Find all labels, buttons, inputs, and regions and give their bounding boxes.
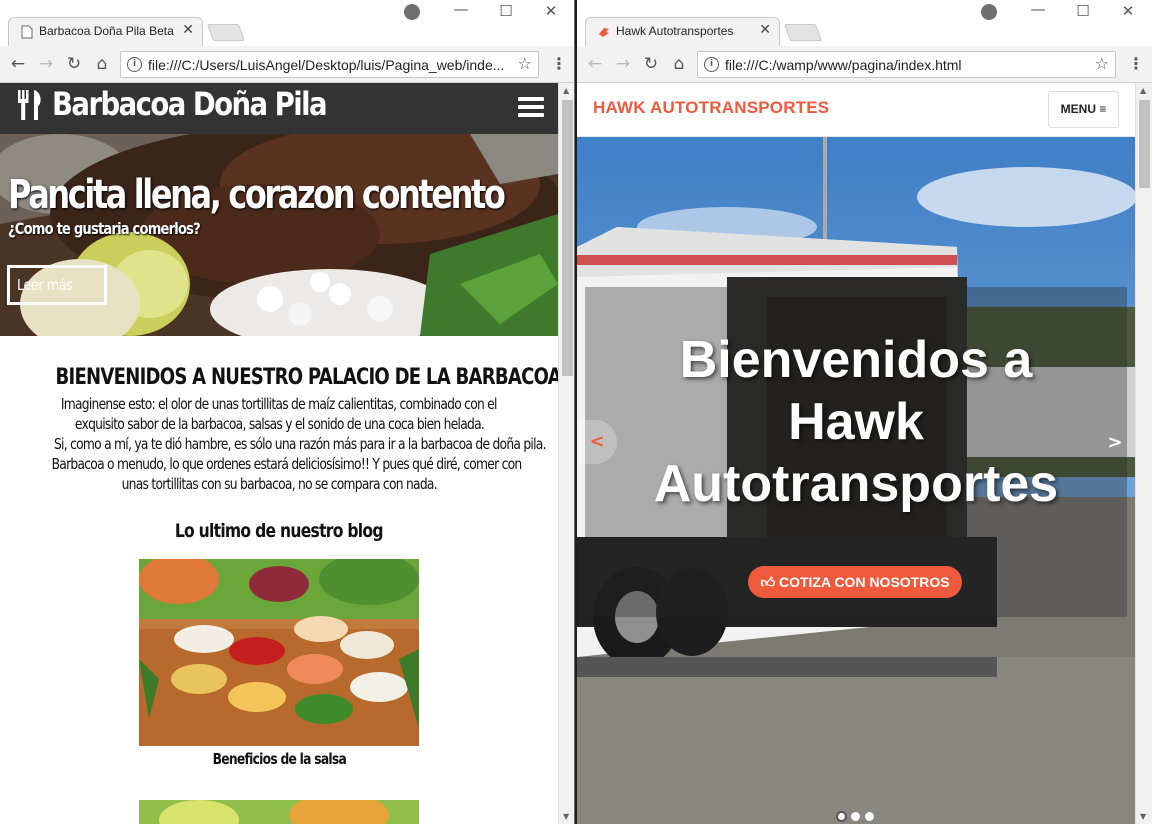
info-icon[interactable]: i [127, 57, 142, 72]
scroll-thumb[interactable] [1139, 100, 1150, 188]
forward-arrow-icon[interactable]: → [612, 53, 634, 75]
intro-line-3: Si, como a mí, ya te dió hambre, es sólo… [53, 435, 547, 453]
close-tab-icon[interactable]: ✕ [759, 22, 771, 38]
carousel-dot-3[interactable] [864, 811, 875, 822]
address-bar[interactable]: i file:///C:/Users/LuisAngel/Desktop/lui… [120, 51, 539, 78]
site-navbar: Barbacoa Doña Pila [0, 83, 558, 134]
maximize-icon[interactable]: ☐ [494, 2, 518, 24]
tab-title: Hawk Autotransportes [616, 24, 734, 38]
back-arrow-icon[interactable]: ← [7, 53, 29, 75]
site-logo[interactable]: Barbacoa Doña Pila [52, 85, 328, 123]
blog-heading: Lo ultimo de nuestro blog [175, 520, 384, 542]
home-icon[interactable]: ⌂ [91, 53, 113, 75]
new-tab-button[interactable] [206, 24, 246, 41]
hero-title: Pancita llena, corazon contento [8, 172, 506, 218]
reload-icon[interactable]: ↻ [63, 53, 85, 75]
home-icon[interactable]: ⌂ [668, 53, 690, 75]
profile-icon[interactable] [404, 4, 420, 20]
info-icon[interactable]: i [704, 57, 719, 72]
read-more-button[interactable]: Leer más [7, 265, 107, 305]
browser-window-left: Barbacoa Doña Pila Beta ✕ — ☐ ✕ ← → ↻ ⌂ … [0, 0, 575, 824]
url-text: file:///C:/wamp/www/pagina/index.html [725, 57, 962, 73]
title-bar: Barbacoa Doña Pila Beta ✕ — ☐ ✕ [0, 0, 574, 46]
hero-banner: Pancita llena, corazon contento ¿Como te… [0, 134, 558, 336]
scroll-thumb[interactable] [562, 100, 573, 376]
welcome-heading: BIENVENIDOS A NUESTRO PALACIO DE LA BARB… [55, 365, 558, 390]
tab-title: Barbacoa Doña Pila Beta [39, 24, 174, 38]
page-viewport: Barbacoa Doña Pila Pancita llena, corazo… [0, 83, 558, 824]
food-photo-2 [139, 800, 419, 824]
browser-toolbar: ← → ↻ ⌂ i file:///C:/Users/LuisAngel/Des… [0, 46, 574, 83]
hawk-favicon-icon [599, 28, 609, 37]
scroll-down-icon[interactable]: ▼ [563, 812, 569, 821]
blog-post-title[interactable]: Beneficios de la salsa [0, 750, 558, 768]
close-tab-icon[interactable]: ✕ [182, 22, 194, 38]
close-window-icon[interactable]: ✕ [539, 2, 563, 24]
close-window-icon[interactable]: ✕ [1116, 2, 1140, 24]
title-bar: Hawk Autotransportes ✕ — ☐ ✕ [577, 0, 1152, 46]
browser-tab[interactable]: Hawk Autotransportes ✕ [585, 17, 780, 46]
address-bar[interactable]: i file:///C:/wamp/www/pagina/index.html … [697, 51, 1116, 78]
scroll-down-icon[interactable]: ▼ [1140, 812, 1146, 821]
page-viewport: HAWK AUTOTRANSPORTES MENU ≡ Bienvenidos … [577, 83, 1135, 824]
maximize-icon[interactable]: ☐ [1071, 2, 1095, 24]
bookmark-star-icon[interactable]: ☆ [1095, 54, 1109, 73]
hero-subtitle: ¿Como te gustaria comerlos? [8, 219, 201, 238]
minimize-icon[interactable]: — [1026, 0, 1050, 22]
hero-carousel: Bienvenidos a Hawk Autotransportes 👍︎ CO… [577, 137, 1135, 824]
fork-knife-icon [18, 90, 41, 120]
reload-icon[interactable]: ↻ [640, 53, 662, 75]
carousel-next-button[interactable]: > [1103, 429, 1127, 457]
salsa-photo [139, 559, 419, 746]
menu-kebab-icon[interactable]: ⋮ [551, 54, 567, 73]
quote-button[interactable]: 👍︎ COTIZA CON NOSOTROS [748, 566, 962, 598]
browser-window-right: Hawk Autotransportes ✕ — ☐ ✕ ← → ↻ ⌂ i f… [577, 0, 1152, 824]
hero-title: Bienvenidos a Hawk Autotransportes [653, 331, 1059, 513]
site-navbar: HAWK AUTOTRANSPORTES MENU ≡ [577, 83, 1135, 137]
new-tab-button[interactable] [783, 24, 823, 41]
scrollbar[interactable]: ▲ ▼ [558, 83, 574, 824]
browser-tab[interactable]: Barbacoa Doña Pila Beta ✕ [8, 17, 203, 46]
intro-line-1: Imaginense esto: el olor de unas tortill… [61, 395, 498, 413]
url-text: file:///C:/Users/LuisAngel/Desktop/luis/… [148, 57, 505, 73]
document-icon [21, 25, 33, 39]
menu-button[interactable]: MENU ≡ [1048, 91, 1119, 128]
forward-arrow-icon[interactable]: → [35, 53, 57, 75]
blog-post-image-2[interactable] [139, 800, 419, 824]
carousel-indicators [836, 807, 878, 824]
minimize-icon[interactable]: — [449, 0, 473, 22]
scrollbar[interactable]: ▲ ▼ [1135, 83, 1152, 824]
scroll-up-icon[interactable]: ▲ [563, 86, 569, 95]
thumbs-up-icon: 👍︎ [760, 573, 779, 590]
intro-line-5: unas tortillitas con su barbacoa, no se … [121, 475, 437, 493]
intro-line-4: Barbacoa o menudo, lo que ordenes estará… [51, 455, 523, 473]
back-arrow-icon[interactable]: ← [584, 53, 606, 75]
bookmark-star-icon[interactable]: ☆ [518, 54, 532, 73]
carousel-dot-1[interactable] [836, 811, 847, 822]
carousel-dot-2[interactable] [850, 811, 861, 822]
blog-post-image[interactable] [139, 559, 419, 746]
hamburger-menu-icon[interactable] [518, 97, 544, 117]
scroll-up-icon[interactable]: ▲ [1140, 86, 1146, 95]
profile-icon[interactable] [981, 4, 997, 20]
menu-kebab-icon[interactable]: ⋮ [1128, 54, 1144, 73]
site-brand[interactable]: HAWK AUTOTRANSPORTES [593, 98, 829, 118]
browser-toolbar: ← → ↻ ⌂ i file:///C:/wamp/www/pagina/ind… [577, 46, 1152, 83]
intro-line-2: exquisito sabor de la barbacoa, salsas y… [74, 415, 484, 433]
